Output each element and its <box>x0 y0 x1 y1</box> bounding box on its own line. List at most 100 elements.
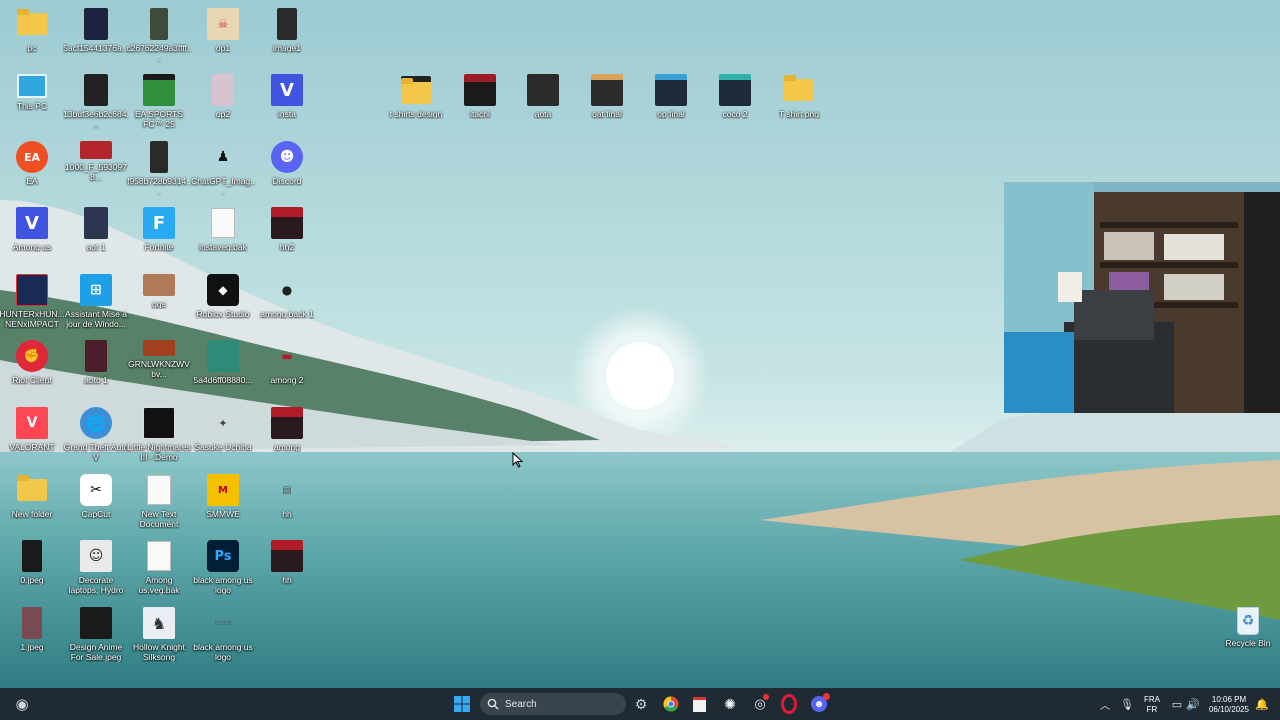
desktop-icon-among[interactable]: among <box>255 403 319 467</box>
desktop-icon-op-final[interactable]: op final <box>639 70 703 134</box>
desktop-icon-riot-client[interactable]: ✊ Riot Client <box>0 336 64 400</box>
desktop-icon-black-among-us-logo[interactable]: ▭▭ black among us logo <box>191 603 255 667</box>
desktop-icon-smmwe[interactable]: M SMMWE <box>191 470 255 534</box>
desktop-icon-sasuke-uchiha[interactable]: ✦ Sasuke Uchiha <box>191 403 255 467</box>
desktop-icon-label: black among us logo <box>193 642 253 662</box>
taskbar-opera-gx-button[interactable] <box>777 692 801 716</box>
taskbar-search-box[interactable]: Search <box>480 693 626 715</box>
desktop-icon-label: aoto 1 <box>84 375 108 385</box>
desktop-icon-1-jpeg[interactable]: 1.jpeg <box>0 603 64 667</box>
desktop-icon-label: 13bdf3e6b2c684... <box>63 109 129 129</box>
desktop-icon-decorate-laptops[interactable]: ☺ Decorate laptops, Hydro Flasks, c... <box>64 536 128 600</box>
desktop-icon-aot-1[interactable]: aot 1 <box>64 203 128 267</box>
desktop-icon-hunterxhunter[interactable]: HUNTERxHUN... NENxIMPACT <box>0 270 65 334</box>
desktop-icon-design-anime[interactable]: Design Anime For Sale.jpeg <box>64 603 128 667</box>
weather-widget-button[interactable]: ◉ <box>10 692 34 716</box>
desktop-icon-label: Roblox Studio <box>196 309 250 319</box>
mouse-cursor <box>512 452 524 468</box>
image-thumbnail-icon: ☺ <box>80 540 112 572</box>
desktop-icon-hh-2[interactable]: hh <box>255 536 319 600</box>
desktop-icon-gta-v[interactable]: 🌐 Grand Theft Auto V <box>64 403 128 467</box>
desktop-icon-image-13bd[interactable]: 13bdf3e6b2c684... <box>63 70 129 134</box>
desktop-icon-t-shirts-design[interactable]: t shirts design <box>384 70 448 134</box>
desktop-icon-0-jpeg[interactable]: 0.jpeg <box>0 536 64 600</box>
desktop-icon-coco-2[interactable]: coco 2 <box>703 70 767 134</box>
desktop-icon-label: Discord <box>272 176 302 186</box>
desktop-icon-label: Recycle Bin <box>1225 638 1271 648</box>
desktop-icon-label: pc <box>27 43 37 53</box>
input-language-indicator[interactable]: FRA FR <box>1138 695 1166 715</box>
desktop-icon-among-us-veg-bak[interactable]: Among us.veg.bak <box>127 536 191 600</box>
desktop-icon-image-5a4d[interactable]: 5a4d6ff08880... <box>191 336 255 400</box>
notifications-button[interactable]: 🔔 <box>1250 692 1274 716</box>
chevron-up-icon: ︿ <box>1100 700 1110 712</box>
monitor-icon <box>17 74 47 98</box>
desktop-icon-ea-sports-fc[interactable]: EA SPORTS FC™ 25 <box>127 70 191 134</box>
desktop-icon-label: image1 <box>273 43 301 53</box>
desktop-icon-label: instaveg.bak <box>199 242 247 252</box>
clock[interactable]: 10:06 PM 06/10/2025 <box>1204 695 1254 715</box>
desktop-icon-aoto-1[interactable]: aoto 1 <box>64 336 128 400</box>
volume-button[interactable]: 🔊 <box>1181 692 1205 716</box>
microphone-button[interactable]: 🎙 <box>1115 692 1139 716</box>
desktop-icon-ggs[interactable]: ggs <box>127 270 191 334</box>
text-document-icon <box>143 474 175 506</box>
image-thumbnail-icon: ▤ <box>282 484 292 496</box>
desktop-icon-hh-1[interactable]: ▤ hh <box>255 470 319 534</box>
roblox-icon: ◆ <box>207 274 239 306</box>
desktop-icon-hh2[interactable]: hh2 <box>255 203 319 267</box>
search-label: Search <box>505 698 537 710</box>
desktop-icon-op1[interactable]: ☠ op1 <box>191 4 255 68</box>
taskbar-chrome-button[interactable] <box>659 692 683 716</box>
desktop-icon-new-folder[interactable]: New folder <box>0 470 64 534</box>
desktop-icon-recycle-bin[interactable]: ♻ Recycle Bin <box>1216 603 1280 667</box>
desktop-icon-insta[interactable]: V insta <box>255 70 319 134</box>
desktop-icon-t-shirt-png[interactable]: T shirt png <box>767 70 831 134</box>
desktop-icon-oat-final[interactable]: oat final <box>575 70 639 134</box>
desktop-icon-instaveg-bak[interactable]: instaveg.bak <box>191 203 255 267</box>
taskbar-discord-button[interactable]: ☻ <box>807 692 831 716</box>
riot-icon: ✊ <box>16 340 48 372</box>
game-icon <box>16 274 48 306</box>
image-thumbnail-icon <box>80 607 112 639</box>
taskbar-chatgpt-button[interactable]: ✺ <box>718 692 742 716</box>
desktop-icon-this-pc[interactable]: This PC <box>0 70 64 134</box>
desktop-icon-fortnite[interactable]: F Fortnite <box>127 203 191 267</box>
windows-icon: ⊞ <box>80 274 112 306</box>
desktop-icon-image-grnl[interactable]: GRNLWKNZWVbv... <box>127 336 191 400</box>
image-thumbnail-icon <box>150 8 168 40</box>
desktop-icon-image-f958[interactable]: f958b728b9314... <box>127 137 191 201</box>
taskbar-steam-notify-button[interactable]: ◎ <box>748 692 772 716</box>
desktop-icon-ea[interactable]: EA EA <box>0 137 64 201</box>
desktop-icon-roblox-studio[interactable]: ◆ Roblox Studio <box>191 270 255 334</box>
show-hidden-icons-button[interactable]: ︿ <box>1093 692 1117 716</box>
start-button[interactable] <box>450 692 474 716</box>
desktop-icon-hollow-knight-silksong[interactable]: ♞ Hollow Knight Silksong <box>127 603 191 667</box>
steam-icon: ⚙ <box>634 695 648 712</box>
desktop-icon-pc-folder[interactable]: pc <box>0 4 64 68</box>
desktop-icon-among-back-1[interactable]: ● among back 1 <box>255 270 319 334</box>
desktop-icon-op2[interactable]: op2 <box>191 70 255 134</box>
desktop-icon-among-us[interactable]: V Among us <box>0 203 64 267</box>
desktop-icon-image-1000f[interactable]: 1000_F_5930978... <box>64 137 128 201</box>
desktop-icon-chatgpt-image[interactable]: ♟ ChatGPT_Imag... <box>191 137 255 201</box>
desktop-icon-label: New folder <box>11 509 53 519</box>
taskbar-app-button[interactable] <box>687 692 711 716</box>
desktop-icon-label: c26762249a3ffff... <box>126 43 192 63</box>
desktop-icon-valorant[interactable]: V VALORANT <box>0 403 64 467</box>
desktop-icon-among-2[interactable]: ▬ among 2 <box>255 336 319 400</box>
desktop-icon-itachi[interactable]: itachi <box>448 70 512 134</box>
desktop-icon-aota[interactable]: aota <box>511 70 575 134</box>
desktop-icon-little-nightmares[interactable]: Little Nightmares III - Demo <box>127 403 191 467</box>
desktop-icon-discord[interactable]: ☻ Discord <box>255 137 319 201</box>
desktop-icon-black-among-us-logo-psd[interactable]: Ps black among us logo <box>191 536 255 600</box>
desktop-icon-label: CapCut <box>81 509 111 519</box>
desktop-icon-image1[interactable]: image1 <box>255 4 319 68</box>
desktop-icon-image-5acf[interactable]: 5acf15441376a... <box>63 4 129 68</box>
desktop-icon-capcut[interactable]: ✂ CapCut <box>64 470 128 534</box>
clock-date: 06/10/2025 <box>1208 705 1250 714</box>
desktop-icon-new-text-document[interactable]: New Text Document <box>127 470 191 534</box>
taskbar-steam-button[interactable]: ⚙ <box>629 692 653 716</box>
desktop-icon-windows-update-assistant[interactable]: ⊞ Assistant Mise à jour de Windo... <box>64 270 128 334</box>
desktop-icon-image-c267[interactable]: c26762249a3ffff... <box>126 4 192 68</box>
